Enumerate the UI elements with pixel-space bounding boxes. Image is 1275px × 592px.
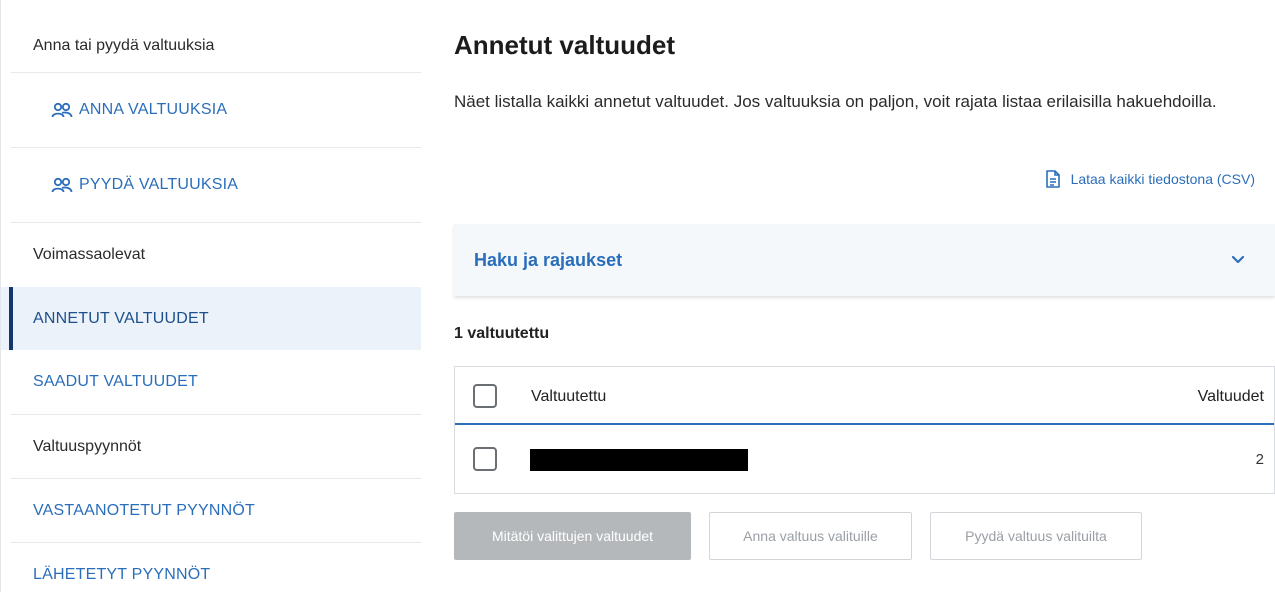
sidebar-item-give[interactable]: ANNA VALTUUKSIA bbox=[1, 73, 421, 147]
redacted-name bbox=[530, 449, 748, 471]
people-icon bbox=[51, 102, 73, 118]
give-selected-button[interactable]: Anna valtuus valituille bbox=[709, 512, 912, 560]
people-icon bbox=[51, 177, 73, 193]
chevron-down-icon bbox=[1231, 255, 1245, 264]
sidebar-item-sent[interactable]: LÄHETETYT PYYNNÖT bbox=[1, 543, 421, 592]
sidebar-section-valid: Voimassaolevat bbox=[33, 246, 146, 263]
sidebar-section-requests: Valtuuspyynnöt bbox=[33, 437, 142, 455]
page-title: Annetut valtuudet bbox=[454, 30, 675, 60]
sidebar-item-label: ANNA VALTUUKSIA bbox=[79, 101, 228, 118]
result-count: 1 valtuutettu bbox=[454, 325, 550, 342]
main-content: Annetut valtuudet Näet listalla kaikki a… bbox=[454, 0, 1275, 592]
page-description: Näet listalla kaikki annetut valtuudet. … bbox=[454, 92, 1217, 111]
row-checkbox[interactable] bbox=[473, 447, 497, 471]
authorization-count: 2 bbox=[1255, 451, 1264, 468]
authorizations-table: Valtuutettu Valtuudet 2 bbox=[454, 366, 1275, 494]
sidebar-item-incoming[interactable]: VASTAANOTETUT PYYNNÖT bbox=[1, 479, 421, 542]
sidebar-item-given[interactable]: ANNETUT VALTUUDET bbox=[1, 287, 421, 350]
page: Anna tai pyydä valtuuksia ANNA VALTUUKSI… bbox=[0, 0, 1275, 592]
sidebar-item-received[interactable]: SAADUT VALTUUDET bbox=[1, 350, 421, 414]
revoke-selected-button[interactable]: Mitätöi valittujen valtuudet bbox=[454, 512, 691, 560]
sidebar-item-request[interactable]: PYYDÄ VALTUUKSIA bbox=[1, 148, 421, 222]
column-header-authorizations: Valtuudet bbox=[1197, 388, 1264, 405]
sidebar-nav: Anna tai pyydä valtuuksia ANNA VALTUUKSI… bbox=[0, 0, 421, 592]
filter-label: Haku ja rajaukset bbox=[474, 249, 623, 270]
sidebar-item-label: PYYDÄ VALTUUKSIA bbox=[79, 176, 239, 193]
column-header-authorized: Valtuutettu bbox=[531, 388, 607, 405]
document-icon bbox=[1045, 170, 1060, 188]
csv-download-link[interactable]: Lataa kaikki tiedostona (CSV) bbox=[1045, 170, 1255, 188]
table-header: Valtuutettu Valtuudet bbox=[455, 367, 1274, 425]
request-selected-button[interactable]: Pyydä valtuus valituilta bbox=[930, 512, 1142, 560]
select-all-checkbox[interactable] bbox=[473, 384, 497, 408]
search-filter-toggle[interactable]: Haku ja rajaukset bbox=[454, 224, 1275, 296]
table-row[interactable]: 2 bbox=[455, 427, 1274, 493]
sidebar-section-give: Anna tai pyydä valtuuksia bbox=[33, 37, 215, 54]
csv-download-label: Lataa kaikki tiedostona (CSV) bbox=[1070, 171, 1255, 187]
